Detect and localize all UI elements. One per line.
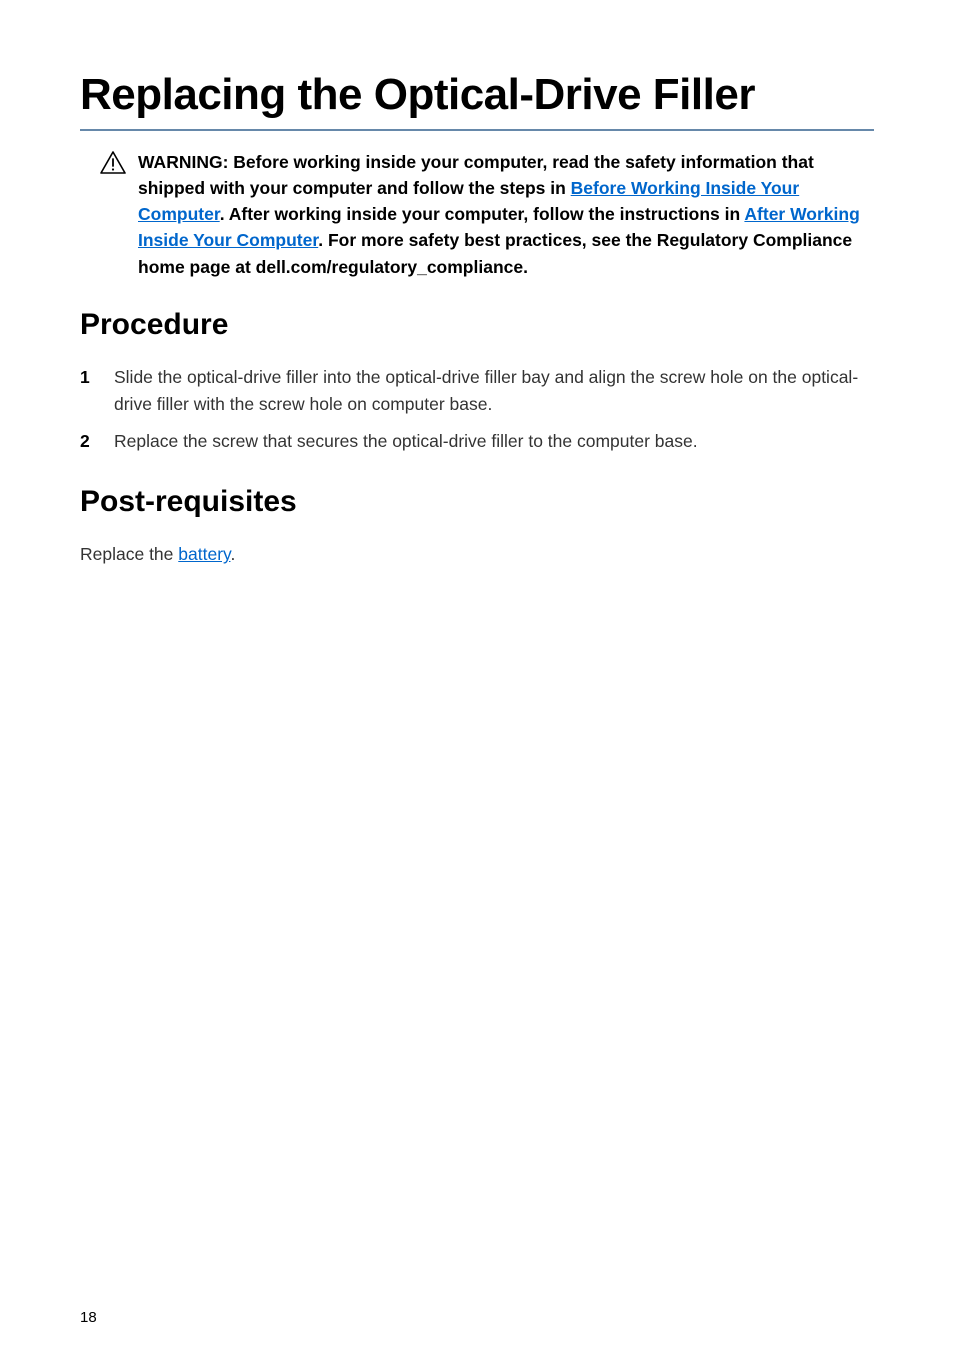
warning-mid1: . After working inside your computer, fo… — [220, 204, 745, 224]
title-divider — [80, 129, 874, 131]
procedure-heading: Procedure — [80, 308, 874, 342]
page-title: Replacing the Optical-Drive Filler — [80, 70, 874, 121]
postreq-heading: Post-requisites — [80, 485, 874, 519]
warning-block: WARNING: Before working inside your comp… — [80, 149, 874, 280]
procedure-step: Slide the optical-drive filler into the … — [80, 364, 874, 418]
warning-text: WARNING: Before working inside your comp… — [138, 149, 874, 280]
postreq-prefix: Replace the — [80, 544, 178, 564]
link-battery[interactable]: battery — [178, 544, 230, 564]
warning-icon — [100, 151, 126, 175]
procedure-step: Replace the screw that secures the optic… — [80, 428, 874, 455]
procedure-list: Slide the optical-drive filler into the … — [80, 364, 874, 455]
step-text: Replace the screw that secures the optic… — [114, 428, 874, 455]
postreq-suffix: . — [230, 544, 235, 564]
page-number: 18 — [80, 1309, 97, 1326]
step-text: Slide the optical-drive filler into the … — [114, 364, 874, 418]
postreq-text: Replace the battery. — [80, 541, 874, 567]
